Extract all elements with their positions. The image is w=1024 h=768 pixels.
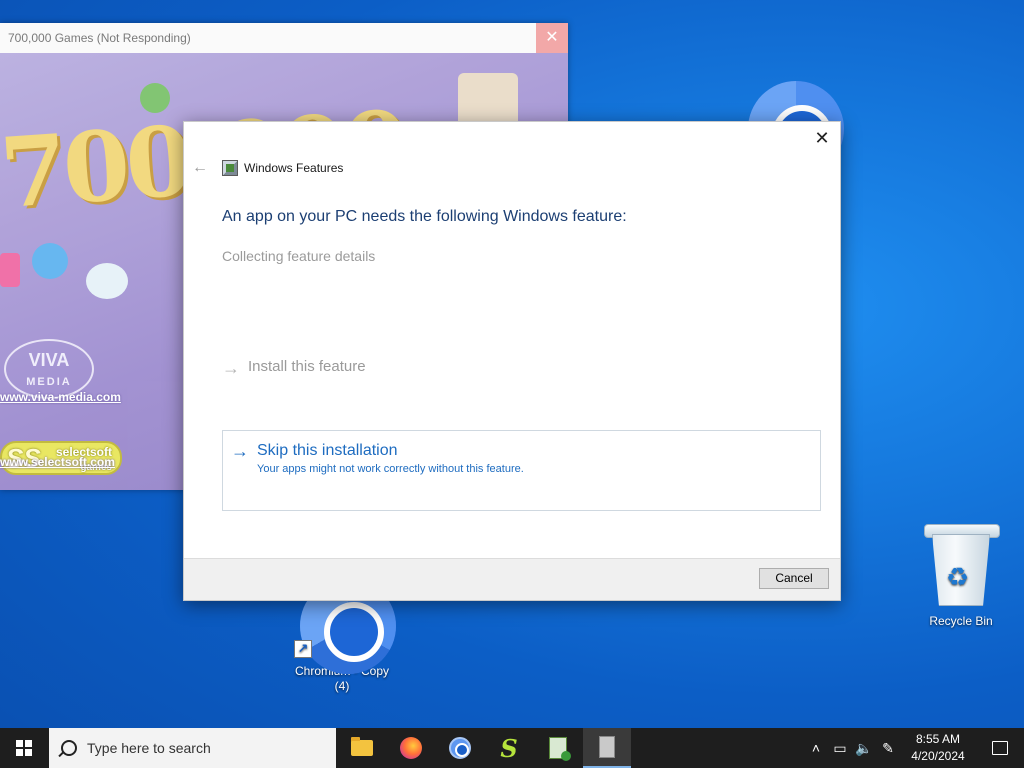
cartoon-character-icon xyxy=(86,263,128,299)
windows-features-icon xyxy=(222,160,238,176)
clock[interactable]: 8:55 AM 4/20/2024 xyxy=(900,731,976,765)
cancel-button[interactable]: Cancel xyxy=(759,568,829,589)
network-icon[interactable]: ▭ xyxy=(828,740,852,757)
cartoon-character-icon xyxy=(0,253,20,287)
clock-time: 8:55 AM xyxy=(915,732,961,746)
dialog-heading: An app on your PC needs the following Wi… xyxy=(222,208,627,225)
cartoon-character-icon xyxy=(140,83,170,113)
windows-features-dialog[interactable]: ✕ ← Windows Features An app on your PC n… xyxy=(183,121,841,601)
dialog-status-text: Collecting feature details xyxy=(222,248,376,264)
spreadsheet-icon xyxy=(549,737,571,761)
taskbar-game-app[interactable] xyxy=(583,728,631,768)
install-feature-label: Install this feature xyxy=(248,358,366,375)
taskbar: S ˄ ▭ 🔈 ✎ 8:55 AM 4/20/2024 xyxy=(0,728,1024,768)
recycle-bin-graphic: ♻ xyxy=(924,524,1000,606)
chromium-icon xyxy=(449,737,471,759)
firefox-icon xyxy=(400,737,422,759)
game-titlebar[interactable]: 700,000 Games (Not Responding) xyxy=(0,23,568,53)
recycle-bin-label: Recycle Bin xyxy=(929,614,993,628)
search-icon xyxy=(61,740,77,756)
s-app-icon: S xyxy=(500,733,518,763)
notifications-button[interactable] xyxy=(976,728,1024,768)
chevron-up-icon[interactable]: ˄ xyxy=(804,740,828,756)
system-tray: ˄ ▭ 🔈 ✎ 8:55 AM 4/20/2024 xyxy=(804,728,1024,768)
skip-installation-label: Skip this installation xyxy=(257,442,398,459)
taskbar-chromium[interactable] xyxy=(436,728,484,768)
install-feature-option: → Install this feature xyxy=(222,358,366,378)
taskbar-search[interactable] xyxy=(49,728,336,768)
selectsoft-link[interactable]: www.selectsoft.com xyxy=(0,455,115,469)
clock-date: 4/20/2024 xyxy=(911,749,965,763)
arrow-right-icon: → xyxy=(231,441,249,461)
viva-media-link[interactable]: www.viva-media.com xyxy=(0,390,121,404)
speaker-muted-icon[interactable]: 🔈 xyxy=(852,740,876,757)
game-app-icon xyxy=(599,736,615,758)
start-button[interactable] xyxy=(0,728,48,768)
search-input[interactable] xyxy=(87,740,307,756)
game-window-title: 700,000 Games (Not Responding) xyxy=(8,31,191,45)
notification-icon xyxy=(992,741,1008,755)
game-close-button[interactable]: ✕ xyxy=(536,23,568,53)
recycle-symbol-icon: ♻ xyxy=(946,562,970,592)
arrow-right-icon: → xyxy=(222,358,240,378)
taskbar-file-explorer[interactable] xyxy=(338,728,386,768)
folder-icon xyxy=(351,737,373,756)
back-arrow-icon[interactable]: ← xyxy=(192,160,210,176)
taskbar-s-app[interactable]: S xyxy=(485,728,533,768)
taskbar-calc-app[interactable] xyxy=(534,728,582,768)
shortcut-arrow-icon: ↗ xyxy=(294,640,312,658)
recycle-bin-icon[interactable]: ♻ Recycle Bin xyxy=(916,524,1006,629)
dialog-header: ← Windows Features xyxy=(192,160,343,176)
dialog-footer: Cancel xyxy=(184,558,840,600)
taskbar-firefox[interactable] xyxy=(387,728,435,768)
dialog-title: Windows Features xyxy=(244,161,344,175)
windows-logo-icon xyxy=(16,740,32,756)
dialog-close-button[interactable]: ✕ xyxy=(812,128,832,148)
skip-installation-description: Your apps might not work correctly witho… xyxy=(257,463,524,475)
pen-icon[interactable]: ✎ xyxy=(876,740,900,757)
skip-installation-option[interactable]: → Skip this installation Your apps might… xyxy=(222,430,821,511)
cartoon-character-icon xyxy=(32,243,68,279)
